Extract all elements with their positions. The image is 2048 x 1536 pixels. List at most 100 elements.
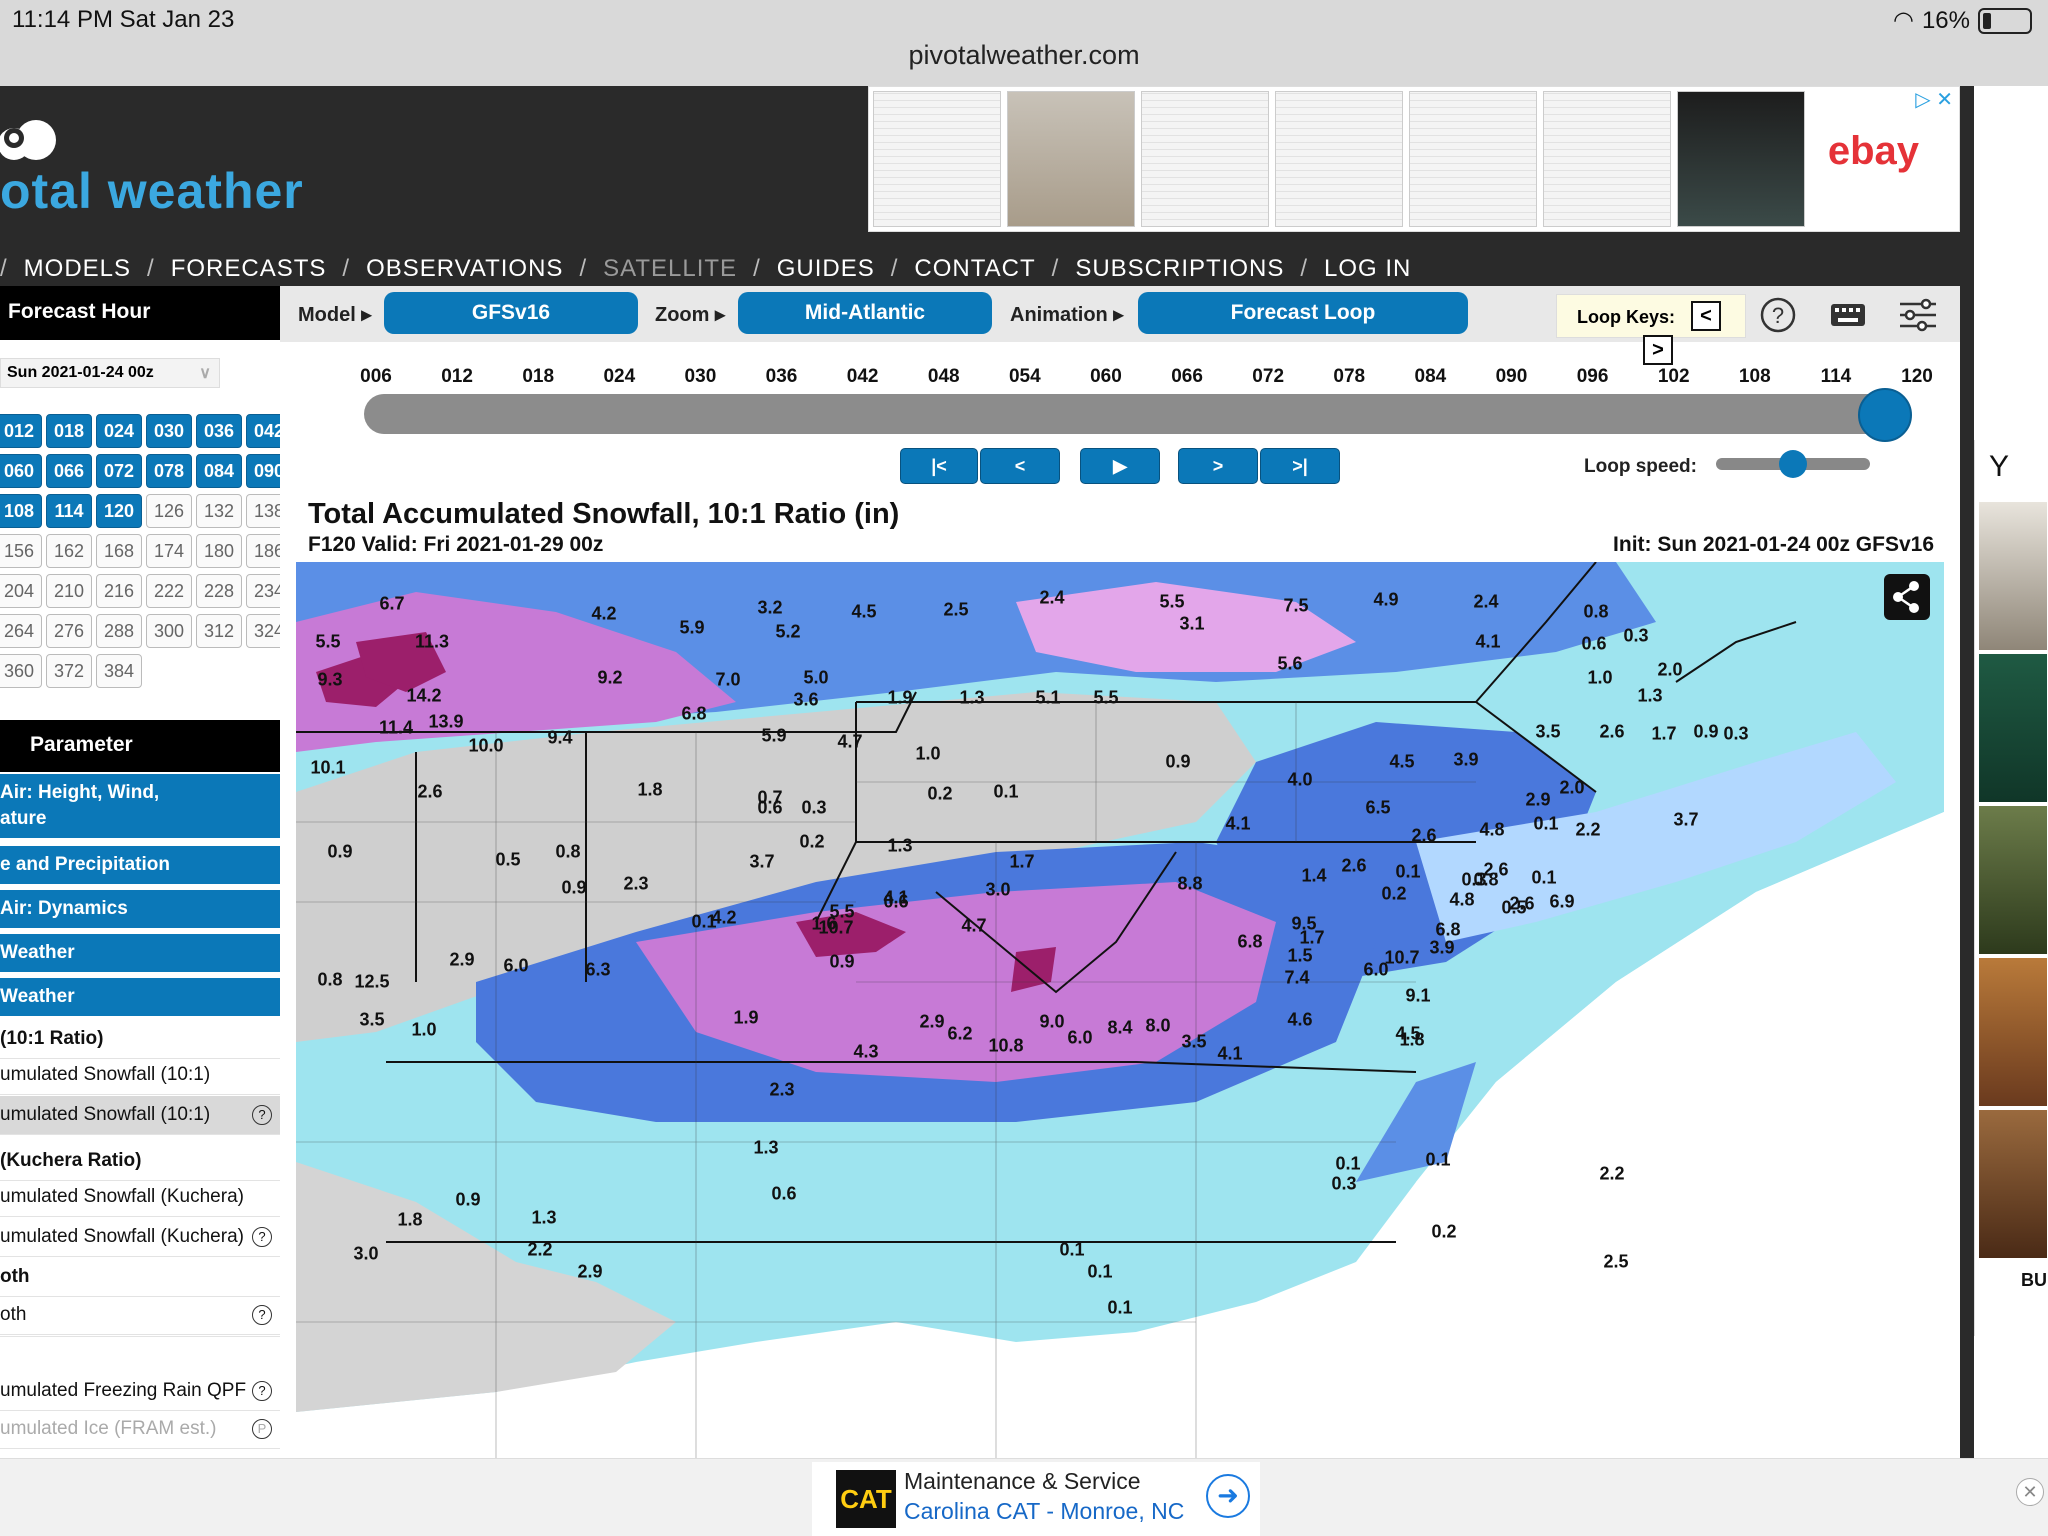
timeline-hour-label[interactable]: 090 [1496,366,1528,388]
parameter-item[interactable]: umulated Freezing Rain QPF? [0,1372,280,1411]
nav-models[interactable]: MODELS [24,255,131,283]
forecast-hour-button[interactable]: 384 [96,654,142,688]
timeline-hour-label[interactable]: 084 [1415,366,1447,388]
forecast-hour-button[interactable]: 036 [196,414,242,448]
nav-subscriptions[interactable]: SUBSCRIPTIONS [1075,255,1284,283]
forecast-hour-button[interactable]: 060 [0,454,42,488]
forecast-hour-button[interactable]: 312 [196,614,242,648]
ad-thumbnail[interactable] [1543,91,1671,227]
forecast-hour-button[interactable]: 288 [96,614,142,648]
timeline-hour-label[interactable]: 120 [1901,366,1933,388]
ad-arrow-icon[interactable]: ➜ [1206,1474,1250,1518]
forecast-hour-button[interactable]: 234 [246,574,280,608]
timeline-hour-label[interactable]: 030 [685,366,717,388]
parameter-item[interactable]: umulated Snowfall (10:1)? [0,1096,280,1135]
timeline-hour-label[interactable]: 078 [1333,366,1365,388]
timeline-hour-label[interactable]: 108 [1739,366,1771,388]
parameter-category[interactable]: Air: Dynamics [0,890,280,930]
forecast-hour-button[interactable]: 156 [0,534,42,568]
forecast-hour-button[interactable]: 228 [196,574,242,608]
ad-thumbnail[interactable] [1141,91,1269,227]
nav-guides[interactable]: GUIDES [777,255,875,283]
forecast-hour-button[interactable]: 120 [96,494,142,528]
parameter-item[interactable]: oth? [0,1296,280,1335]
forecast-hour-button[interactable]: 324 [246,614,280,648]
forecast-hour-button[interactable]: 180 [196,534,242,568]
parameter-category[interactable]: Weather [0,934,280,974]
timeline-hour-label[interactable]: 054 [1009,366,1041,388]
parameter-item[interactable]: umulated Snowfall (Kuchera) [0,1178,280,1217]
forecast-hour-button[interactable]: 126 [146,494,192,528]
parameter-category[interactable]: Weather [0,978,280,1018]
forecast-hour-button[interactable]: 186 [246,534,280,568]
ad-product-image[interactable] [1979,958,2047,1106]
ad-product-image[interactable] [1979,654,2047,802]
help-icon[interactable]: ? [252,1227,272,1247]
parameter-item[interactable]: umulated Snowfall (Kuchera)? [0,1218,280,1257]
ad-product-image[interactable] [1979,806,2047,954]
nav-contact[interactable]: CONTACT [914,255,1035,283]
forecast-hour-button[interactable]: 012 [0,414,42,448]
forecast-hour-button[interactable]: 132 [196,494,242,528]
parameter-category[interactable]: e and Precipitation [0,846,280,886]
forecast-hour-button[interactable]: 168 [96,534,142,568]
keyboard-icon[interactable] [1828,296,1868,334]
forecast-hour-button[interactable]: 216 [96,574,142,608]
forecast-hour-button[interactable]: 210 [46,574,92,608]
loop-key-next[interactable]: > [1643,335,1673,365]
timeline-hour-label[interactable]: 012 [441,366,473,388]
ad-thumbnail[interactable] [1007,91,1135,227]
share-icon[interactable] [1884,574,1930,620]
parameter-category[interactable]: Air: Height, Wind, ature [0,774,280,840]
settings-sliders-icon[interactable] [1898,296,1938,334]
timeline-slider-thumb[interactable] [1858,388,1912,442]
loop-key-prev[interactable]: < [1691,301,1721,331]
prev-frame-button[interactable]: < [980,448,1060,484]
animation-button[interactable]: Forecast Loop [1138,292,1468,334]
forecast-hour-button[interactable]: 084 [196,454,242,488]
forecast-hour-button[interactable]: 372 [46,654,92,688]
ad-thumbnail[interactable] [1677,91,1805,227]
first-frame-button[interactable]: |< [900,448,978,484]
right-side-ad[interactable]: Y BU [1974,440,2048,1336]
forecast-hour-button[interactable]: 264 [0,614,42,648]
forecast-hour-button[interactable]: 138 [246,494,280,528]
forecast-hour-button[interactable]: 174 [146,534,192,568]
zoom-button[interactable]: Mid-Atlantic [738,292,992,334]
nav-forecasts[interactable]: FORECASTS [171,255,327,283]
nav-satellite[interactable]: SATELLITE [603,255,737,283]
model-button[interactable]: GFSv16 [384,292,638,334]
play-button[interactable]: ▶ [1080,448,1160,484]
url-bar[interactable]: pivotalweather.com [0,40,2048,71]
help-icon[interactable]: P [252,1419,272,1439]
timeline-hour-label[interactable]: 102 [1658,366,1690,388]
nav-observations[interactable]: OBSERVATIONS [366,255,563,283]
timeline-slider[interactable] [364,394,1904,434]
timeline-hour-label[interactable]: 096 [1577,366,1609,388]
forecast-hour-button[interactable]: 072 [96,454,142,488]
parameter-item[interactable]: umulated Ice (FRAM est.) P [0,1410,280,1449]
forecast-hour-button[interactable]: 030 [146,414,192,448]
forecast-hour-button[interactable]: 018 [46,414,92,448]
timeline-hour-label[interactable]: 024 [603,366,635,388]
top-banner-ad[interactable]: ebay ▷ ✕ [868,86,1960,232]
bottom-banner-ad[interactable]: CAT Maintenance & Service Carolina CAT -… [812,1462,1260,1536]
loop-speed-thumb[interactable] [1779,450,1807,478]
forecast-hour-button[interactable]: 204 [0,574,42,608]
parameter-item[interactable]: umulated Snowfall (10:1) [0,1056,280,1095]
last-frame-button[interactable]: >| [1260,448,1340,484]
timeline-hour-label[interactable]: 006 [360,366,392,388]
forecast-hour-button[interactable]: 108 [0,494,42,528]
timeline-hour-label[interactable]: 060 [1090,366,1122,388]
timeline-hour-label[interactable]: 048 [928,366,960,388]
timeline-hour-label[interactable]: 072 [1252,366,1284,388]
forecast-hour-button[interactable]: 114 [46,494,92,528]
run-select[interactable]: Sun 2021-01-24 00z ∨ [0,358,220,388]
snowfall-map[interactable]: 6.7 4.2 3.2 4.5 2.5 2.4 5.5 7.5 4.9 2.4 0.8 5.5 11.3… [296,562,1944,1458]
close-icon[interactable]: ✕ [2016,1478,2044,1506]
forecast-hour-button[interactable]: 360 [0,654,42,688]
timeline-hour-label[interactable]: 018 [522,366,554,388]
forecast-hour-button[interactable]: 078 [146,454,192,488]
forecast-hour-button[interactable]: 276 [46,614,92,648]
forecast-hour-button[interactable]: 024 [96,414,142,448]
